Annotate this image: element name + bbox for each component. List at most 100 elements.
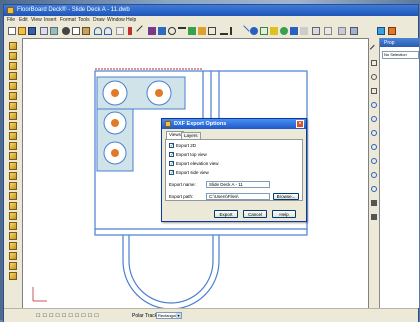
- export-path-input[interactable]: C:\Users\Files\: [206, 193, 270, 200]
- redo-icon[interactable]: [104, 27, 112, 35]
- beam-tool-icon[interactable]: [9, 112, 17, 120]
- checkbox[interactable]: ✓: [169, 143, 174, 149]
- spa-tool-icon[interactable]: [9, 212, 17, 220]
- zoom-previous-icon[interactable]: [371, 158, 377, 164]
- checkbox[interactable]: ✓: [169, 161, 174, 167]
- railing-tool-icon[interactable]: [9, 92, 17, 100]
- cancel-button[interactable]: Cancel: [243, 210, 267, 218]
- help-button[interactable]: Help: [272, 210, 296, 218]
- undo-icon[interactable]: [94, 27, 102, 35]
- table-center: [111, 89, 119, 97]
- checkbox[interactable]: ✓: [169, 170, 174, 176]
- menu-edit[interactable]: Edit: [19, 17, 28, 23]
- dimension-tool-icon[interactable]: [9, 232, 17, 240]
- menu-tools[interactable]: Tools: [78, 17, 90, 23]
- pencil-icon[interactable]: [369, 44, 379, 54]
- roof-tool-icon[interactable]: [9, 132, 17, 140]
- preview-icon[interactable]: [50, 27, 58, 35]
- symbol-tool-icon[interactable]: [9, 272, 17, 280]
- joist-tool-icon[interactable]: [9, 122, 17, 130]
- camera-tool-icon[interactable]: [9, 242, 17, 250]
- cut-icon[interactable]: [62, 27, 70, 35]
- plant-tool-icon[interactable]: [9, 152, 17, 160]
- title-bar[interactable]: FloorBoard Deck® - Slide Deck A - 11.dwb: [4, 5, 418, 16]
- view-3d-icon[interactable]: [290, 27, 298, 35]
- pool-tool-icon[interactable]: [9, 202, 17, 210]
- hatch-icon[interactable]: [198, 27, 206, 35]
- menu-window[interactable]: Window: [107, 17, 125, 23]
- material-tool-icon[interactable]: [9, 252, 17, 260]
- menu-draw[interactable]: Draw: [93, 17, 105, 23]
- window-tool-icon[interactable]: [9, 62, 17, 70]
- diagonal-tool-icon[interactable]: [238, 25, 250, 37]
- new-icon[interactable]: [8, 27, 16, 35]
- frame-icon[interactable]: [324, 27, 332, 35]
- lightbulb-icon[interactable]: [270, 27, 278, 35]
- line-tool-icon[interactable]: [136, 25, 148, 37]
- rectangle-tool-icon[interactable]: [208, 27, 216, 35]
- check-icon[interactable]: [260, 27, 268, 35]
- furniture-tool-icon[interactable]: [9, 162, 17, 170]
- open-folder-icon[interactable]: [18, 27, 26, 35]
- zoom-all-icon[interactable]: [371, 186, 377, 192]
- zoom-selection-icon[interactable]: [371, 172, 377, 178]
- stairs-tool-icon[interactable]: [9, 72, 17, 80]
- pan-icon[interactable]: [371, 88, 377, 94]
- text-cursor-icon[interactable]: [230, 27, 238, 35]
- browse-button[interactable]: Browse...: [273, 193, 299, 200]
- light-tool-icon[interactable]: [9, 172, 17, 180]
- menu-insert[interactable]: Insert: [44, 17, 57, 23]
- zoom-extents-icon[interactable]: [371, 144, 377, 150]
- panel-toggle-icon[interactable]: [338, 27, 346, 35]
- checkbox[interactable]: ✓: [169, 152, 174, 158]
- help-icon[interactable]: [377, 27, 385, 35]
- export-icon[interactable]: [388, 27, 396, 35]
- path-tool-icon[interactable]: [9, 192, 17, 200]
- circle-tool-icon[interactable]: [168, 27, 176, 35]
- menu-format[interactable]: Format: [60, 17, 76, 23]
- window-icon[interactable]: [312, 27, 320, 35]
- menu-file[interactable]: File: [7, 17, 15, 23]
- deck-tool-icon[interactable]: [9, 82, 17, 90]
- grid-icon[interactable]: [188, 27, 196, 35]
- paste-icon[interactable]: [82, 27, 90, 35]
- print-icon[interactable]: [40, 27, 48, 35]
- export-name-input[interactable]: Slide Deck A - 11: [206, 181, 270, 188]
- dialog-title-bar[interactable]: DXF Export Options ×: [162, 119, 306, 129]
- export-button[interactable]: Export: [214, 210, 238, 218]
- zoom-in-icon[interactable]: [371, 102, 377, 108]
- door-tool-icon[interactable]: [9, 52, 17, 60]
- rule-icon[interactable]: [178, 27, 186, 35]
- menu-help[interactable]: Help: [126, 17, 136, 23]
- menu-view[interactable]: View: [31, 17, 42, 23]
- close-icon[interactable]: ×: [296, 120, 304, 128]
- settings-icon[interactable]: [300, 27, 308, 35]
- status-toggle-icons[interactable]: ☐ ☐ ☐ ☐ ☐ ☐ ☐ ☐ ☐ ☐: [36, 313, 99, 319]
- snap-mode-select[interactable]: Rectangular ▾: [156, 312, 182, 319]
- orbit-icon[interactable]: [371, 74, 377, 80]
- render-icon[interactable]: [280, 27, 288, 35]
- fence-tool-icon[interactable]: [9, 182, 17, 190]
- selection-dropdown[interactable]: No Selection: [382, 51, 419, 59]
- dimension-icon[interactable]: [220, 27, 228, 35]
- zoom-window-icon[interactable]: [371, 130, 377, 136]
- wall-tool-icon[interactable]: [9, 42, 17, 50]
- layers-toggle-icon[interactable]: [371, 214, 377, 220]
- fill-icon[interactable]: [158, 27, 166, 35]
- copy-icon[interactable]: [72, 27, 80, 35]
- fill-toggle-icon[interactable]: [371, 200, 377, 206]
- post-tool-icon[interactable]: [9, 102, 17, 110]
- zoom-icon[interactable]: [250, 27, 258, 35]
- marker-icon[interactable]: [128, 27, 132, 35]
- frame-tool-icon[interactable]: [371, 60, 377, 66]
- zoom-out-icon[interactable]: [371, 116, 377, 122]
- color-tool-icon[interactable]: [9, 262, 17, 270]
- app-icon: [7, 7, 14, 14]
- tab-layers[interactable]: Layers: [181, 132, 201, 139]
- select-arrow-icon[interactable]: [116, 27, 124, 35]
- label-tool-icon[interactable]: [9, 222, 17, 230]
- layer-icon[interactable]: [148, 27, 156, 35]
- layout-icon[interactable]: [350, 27, 358, 35]
- terrain-tool-icon[interactable]: [9, 142, 17, 150]
- save-icon[interactable]: [28, 27, 36, 35]
